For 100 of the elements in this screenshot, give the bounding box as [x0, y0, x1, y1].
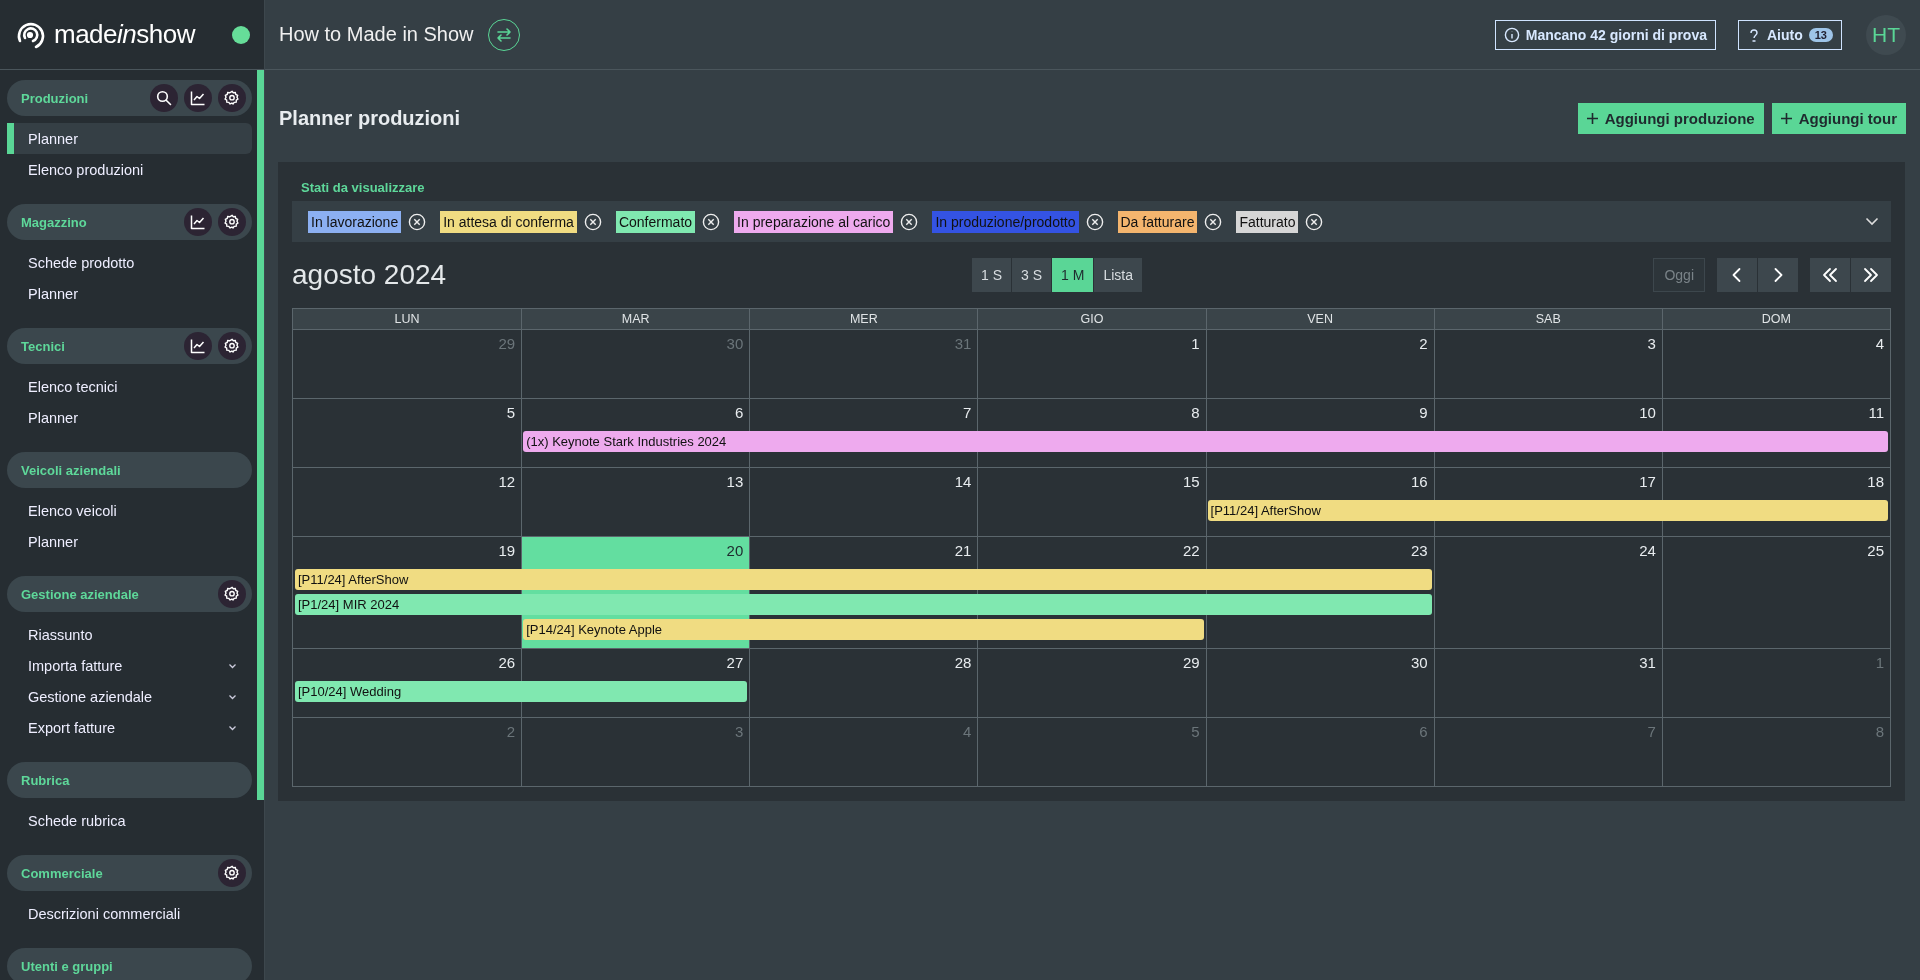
day-number: 17 — [1638, 472, 1657, 492]
sidebar-item[interactable]: Descrizioni commerciali — [7, 898, 252, 929]
section-title: Rubrica — [21, 772, 71, 788]
double-chevron-right-button[interactable] — [1851, 258, 1891, 292]
item-label: Elenco veicoli — [28, 502, 118, 519]
section-title: Utenti e gruppi — [21, 958, 114, 974]
event-bar[interactable]: [P11/24] AfterShow — [295, 569, 1432, 590]
settings-button[interactable] — [218, 859, 246, 887]
event-bar[interactable]: [P10/24] Wedding — [295, 681, 748, 702]
sidebar-item[interactable]: Planner — [7, 526, 252, 557]
view-tab[interactable]: 1 M — [1052, 258, 1094, 292]
view-tab[interactable]: 1 S — [972, 258, 1011, 292]
day-number: 1 — [1874, 653, 1885, 673]
section-title: Produzioni — [21, 90, 90, 106]
day-number: 23 — [1410, 541, 1429, 561]
month-title: agosto 2024 — [292, 259, 448, 291]
section-title: Magazzino — [21, 214, 88, 230]
item-label: Export fatture — [28, 719, 117, 736]
status-filter[interactable]: In lavorazione In attesa di conferma Confermato In preparazione al carico In produzione/prodotto Da fatturare Fatturato — [292, 201, 1891, 242]
event-bar[interactable]: [P1/24] MIR 2024 — [295, 594, 1432, 615]
remove-icon[interactable] — [1085, 212, 1104, 231]
chevron-right-button[interactable] — [1758, 258, 1798, 292]
day-number: 12 — [497, 472, 517, 492]
settings-button[interactable] — [218, 84, 246, 112]
sidebar-item[interactable]: Export fatture — [7, 712, 252, 743]
sidebar-item[interactable]: Importa fatture — [7, 650, 252, 681]
day-number: 2 — [1418, 334, 1429, 354]
status-tag[interactable]: Confermato — [615, 210, 696, 233]
add-button[interactable]: Aggiungi produzione — [1577, 102, 1764, 134]
day-number: 8 — [1874, 722, 1885, 742]
remove-icon[interactable] — [408, 212, 427, 231]
event-bar[interactable]: [P11/24] AfterShow — [1207, 500, 1888, 521]
chart-button[interactable] — [184, 208, 212, 236]
user-avatar[interactable]: HT — [1866, 14, 1906, 55]
sidebar-item[interactable]: Riassunto — [7, 619, 252, 650]
day-number: 5 — [1190, 722, 1201, 742]
status-tag[interactable]: In lavorazione — [308, 210, 402, 233]
day-number: 27 — [725, 653, 745, 673]
chart-button[interactable] — [184, 84, 212, 112]
caret-icon — [228, 662, 237, 669]
day-number: 4 — [1874, 334, 1885, 354]
remove-icon[interactable] — [1305, 212, 1324, 231]
settings-button[interactable] — [218, 580, 246, 608]
day-number: 6 — [733, 403, 745, 423]
sidebar-item[interactable]: Gestione aziendale — [7, 681, 252, 712]
event-bar[interactable]: (1x) Keynote Stark Industries 2024 — [523, 431, 1888, 452]
help-button[interactable]: Aiuto 13 — [1738, 19, 1842, 50]
day-number: 8 — [1190, 403, 1201, 423]
swap-arrows-icon — [494, 25, 513, 44]
item-label: Planner — [28, 130, 79, 147]
status-tag[interactable]: Da fatturare — [1117, 210, 1198, 233]
event-bar[interactable]: [P14/24] Keynote Apple — [523, 619, 1204, 640]
item-label: Gestione aziendale — [28, 688, 154, 705]
day-number: 26 — [497, 653, 517, 673]
day-number: 4 — [962, 722, 973, 742]
settings-icon — [224, 586, 240, 602]
workspace-title: How to Made in Show — [279, 23, 474, 46]
sidebar-item[interactable]: Elenco produzioni — [7, 154, 252, 185]
sidebar-item[interactable]: Planner — [7, 278, 252, 309]
double-chevron-left-icon — [1821, 266, 1839, 284]
day-number: 30 — [725, 334, 745, 354]
day-number: 22 — [1181, 541, 1201, 561]
day-number: 30 — [1410, 653, 1429, 673]
chevron-down-icon[interactable] — [1865, 217, 1879, 226]
day-number: 3 — [733, 722, 745, 742]
chevron-left-button[interactable] — [1717, 258, 1757, 292]
day-number: 18 — [1866, 472, 1885, 492]
remove-icon[interactable] — [900, 212, 919, 231]
day-number: 16 — [1410, 472, 1429, 492]
view-tab[interactable]: 3 S — [1012, 258, 1052, 292]
sidebar-item[interactable]: Planner — [7, 123, 252, 154]
day-number: 21 — [953, 541, 973, 561]
weekday-header: MAR — [521, 309, 750, 329]
sidebar-item[interactable]: Elenco veicoli — [7, 495, 252, 526]
trial-button[interactable]: Mancano 42 giorni di prova — [1494, 19, 1716, 50]
section-title: Veicoli aziendali — [21, 462, 122, 478]
section-title: Tecnici — [21, 338, 66, 354]
search-button[interactable] — [150, 84, 178, 112]
day-number: 14 — [953, 472, 973, 492]
remove-icon[interactable] — [702, 212, 721, 231]
chart-button[interactable] — [184, 332, 212, 360]
settings-button[interactable] — [218, 208, 246, 236]
remove-icon[interactable] — [1204, 212, 1223, 231]
settings-icon — [224, 338, 240, 354]
double-chevron-left-button[interactable] — [1810, 258, 1850, 292]
status-tag[interactable]: In preparazione al carico — [734, 210, 894, 233]
settings-button[interactable] — [218, 332, 246, 360]
status-tag[interactable]: Fatturato — [1236, 210, 1299, 233]
day-number: 28 — [953, 653, 973, 673]
view-tab[interactable]: Lista — [1094, 258, 1142, 292]
sidebar-item[interactable]: Planner — [7, 402, 252, 433]
remove-icon[interactable] — [583, 212, 602, 231]
sidebar-item[interactable]: Schede prodotto — [7, 247, 252, 278]
status-tag[interactable]: In attesa di conferma — [440, 210, 577, 233]
add-button[interactable]: Aggiungi tour — [1771, 102, 1906, 134]
scrollbar[interactable] — [257, 70, 264, 800]
sidebar-item[interactable]: Schede rubrica — [7, 805, 252, 836]
day-number: 13 — [725, 472, 745, 492]
item-label: Importa fatture — [28, 657, 124, 674]
sidebar-item[interactable]: Elenco tecnici — [7, 371, 252, 402]
